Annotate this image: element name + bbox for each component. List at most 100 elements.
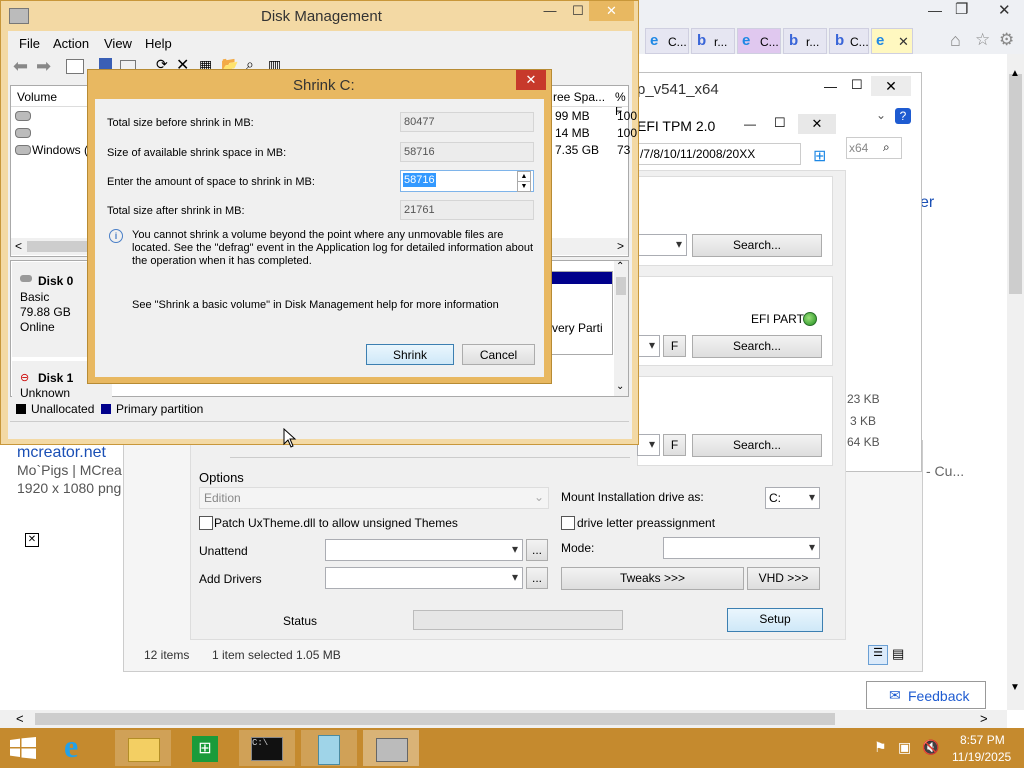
vertical-scrollbar[interactable]: ▲ ▼ [1007, 54, 1024, 710]
disk-map-vscrollbar[interactable]: ⌃ ⌄ [614, 261, 628, 396]
browser-maximize-button[interactable]: ❐ [955, 0, 968, 18]
details-view-icon[interactable]: ☰ [868, 645, 888, 665]
recovery-partition[interactable]: very Parti [549, 271, 613, 355]
browser-minimize-button[interactable]: — [928, 2, 942, 18]
volume-muted-icon[interactable]: 🔇 [922, 739, 939, 756]
cancel-button[interactable]: Cancel [462, 344, 535, 365]
source-combo[interactable] [637, 234, 687, 256]
network-icon[interactable]: ▣ [898, 739, 911, 756]
shrink-button[interactable]: Shrink [366, 344, 454, 365]
boot-drive-combo[interactable] [637, 335, 660, 357]
taskbar-explorer-icon[interactable] [115, 730, 171, 766]
clock-date[interactable]: 11/19/2025 [952, 750, 1011, 764]
setup-button[interactable]: Setup [727, 608, 823, 632]
browser-close-button[interactable]: ✕ [998, 1, 1011, 19]
close-icon[interactable]: ✕ [898, 34, 909, 50]
shrink-dialog-close-button[interactable]: ✕ [516, 70, 546, 90]
taskbar-ie-icon[interactable]: e [56, 728, 102, 766]
efi-maximize-button[interactable]: ☐ [774, 115, 786, 131]
scroll-up-icon[interactable]: ▲ [1010, 68, 1020, 79]
winntsetup-close-button[interactable]: ✕ [871, 76, 911, 96]
disk-volume-icon [15, 111, 31, 121]
menu-file[interactable]: File [19, 36, 40, 51]
browser-tab-active[interactable]: e ✕ [871, 28, 913, 54]
scrollbar-thumb[interactable] [35, 713, 835, 725]
tiles-view-icon[interactable]: ▤ [892, 646, 904, 662]
browser-tab[interactable]: b C... [829, 28, 869, 54]
f-button[interactable]: F [663, 335, 686, 357]
taskbar-cmd-icon[interactable]: C:\ [239, 730, 295, 766]
shrink-amount-input[interactable]: 58716 [403, 173, 436, 187]
page-link[interactable]: mcreator.net [17, 444, 106, 462]
mode-combo[interactable] [663, 537, 820, 559]
scrollbar-thumb[interactable] [616, 277, 626, 295]
menu-help[interactable]: Help [145, 36, 172, 51]
help-icon[interactable]: ? [895, 108, 911, 124]
scrollbar-thumb[interactable] [1009, 74, 1022, 294]
search-button[interactable]: Search... [692, 434, 822, 457]
search-button[interactable]: Search... [692, 335, 822, 358]
drivers-combo[interactable] [325, 567, 523, 589]
browser-tab[interactable]: e C... [645, 28, 689, 54]
column-volume[interactable]: Volume [17, 90, 57, 104]
search-icon[interactable]: ⌕ [883, 140, 890, 155]
search-input[interactable]: x64 ⌕ [846, 137, 902, 159]
browser-tab[interactable]: e C... [737, 28, 781, 54]
efi-close-button[interactable]: ✕ [798, 114, 836, 134]
dm-close-button[interactable]: ✕ [589, 1, 634, 21]
feedback-button[interactable]: ✉ Feedback [866, 681, 986, 709]
winntsetup-maximize-button[interactable]: ☐ [851, 77, 863, 93]
drivers-browse-button[interactable]: ... [526, 567, 548, 589]
taskbar-store-icon[interactable]: ⊞ [177, 730, 233, 766]
horizontal-scrollbar[interactable]: < > [0, 710, 1007, 728]
side-link[interactable]: er [920, 194, 934, 212]
scroll-up-icon[interactable]: ⌃ [616, 261, 624, 272]
console-tree-icon[interactable] [66, 59, 84, 74]
primary-partition-swatch [101, 404, 111, 414]
column-free-space[interactable]: ree Spa... [553, 90, 605, 104]
shrink-amount-spinner[interactable]: 58716 ▲ ▼ [400, 170, 534, 192]
mount-drive-combo[interactable]: C: [765, 487, 820, 509]
browser-tab[interactable]: b r... [691, 28, 735, 54]
tweaks-button[interactable]: Tweaks >>> [561, 567, 744, 590]
start-button[interactable] [10, 737, 36, 759]
settings-icon[interactable]: ⚙ [999, 30, 1014, 50]
feedback-icon: ✉ [889, 687, 901, 703]
unallocated-swatch [16, 404, 26, 414]
scroll-right-icon[interactable]: > [980, 711, 988, 726]
vhd-button[interactable]: VHD >>> [747, 567, 820, 590]
scroll-down-icon[interactable]: ⌄ [616, 381, 624, 392]
favorites-icon[interactable]: ☆ [975, 30, 990, 50]
f-button[interactable]: F [663, 434, 686, 456]
info-text: You cannot shrink a volume beyond the po… [132, 229, 534, 267]
dm-minimize-button[interactable]: — [535, 1, 565, 21]
patch-uxtheme-checkbox[interactable] [199, 516, 213, 530]
efi-window-title: EFI TPM 2.0 [637, 118, 716, 134]
search-button[interactable]: Search... [692, 234, 822, 257]
menu-view[interactable]: View [104, 36, 132, 51]
taskbar-app-icon[interactable] [301, 730, 357, 766]
back-arrow-icon[interactable]: ⬅ [13, 56, 28, 77]
efi-minimize-button[interactable]: — [744, 117, 756, 131]
explorer-selection: 1 item selected 1.05 MB [212, 648, 341, 662]
unattend-browse-button[interactable]: ... [526, 539, 548, 561]
chevron-down-icon[interactable]: ⌄ [876, 108, 886, 122]
scroll-left-icon[interactable]: < [16, 711, 24, 726]
winntsetup-minimize-button[interactable]: — [824, 79, 837, 94]
unattend-combo[interactable] [325, 539, 523, 561]
clock-time[interactable]: 8:57 PM [960, 733, 1005, 747]
scroll-right-icon[interactable]: > [617, 239, 624, 253]
forward-arrow-icon[interactable]: ➡ [36, 56, 51, 77]
browser-tab[interactable]: b r... [783, 28, 827, 54]
spin-down-icon[interactable]: ▼ [517, 181, 531, 192]
menu-action[interactable]: Action [53, 36, 89, 51]
disk-volume-icon [15, 145, 31, 155]
install-drive-combo[interactable] [637, 434, 660, 456]
scroll-down-icon[interactable]: ▼ [1010, 682, 1020, 693]
drive-letter-checkbox[interactable] [561, 516, 575, 530]
scroll-left-icon[interactable]: < [15, 239, 22, 253]
home-icon[interactable]: ⌂ [950, 30, 961, 51]
help-text: See "Shrink a basic volume" in Disk Mana… [132, 299, 499, 311]
taskbar-disk-mgmt-icon[interactable] [363, 730, 419, 766]
flag-icon[interactable]: ⚑ [874, 739, 887, 756]
